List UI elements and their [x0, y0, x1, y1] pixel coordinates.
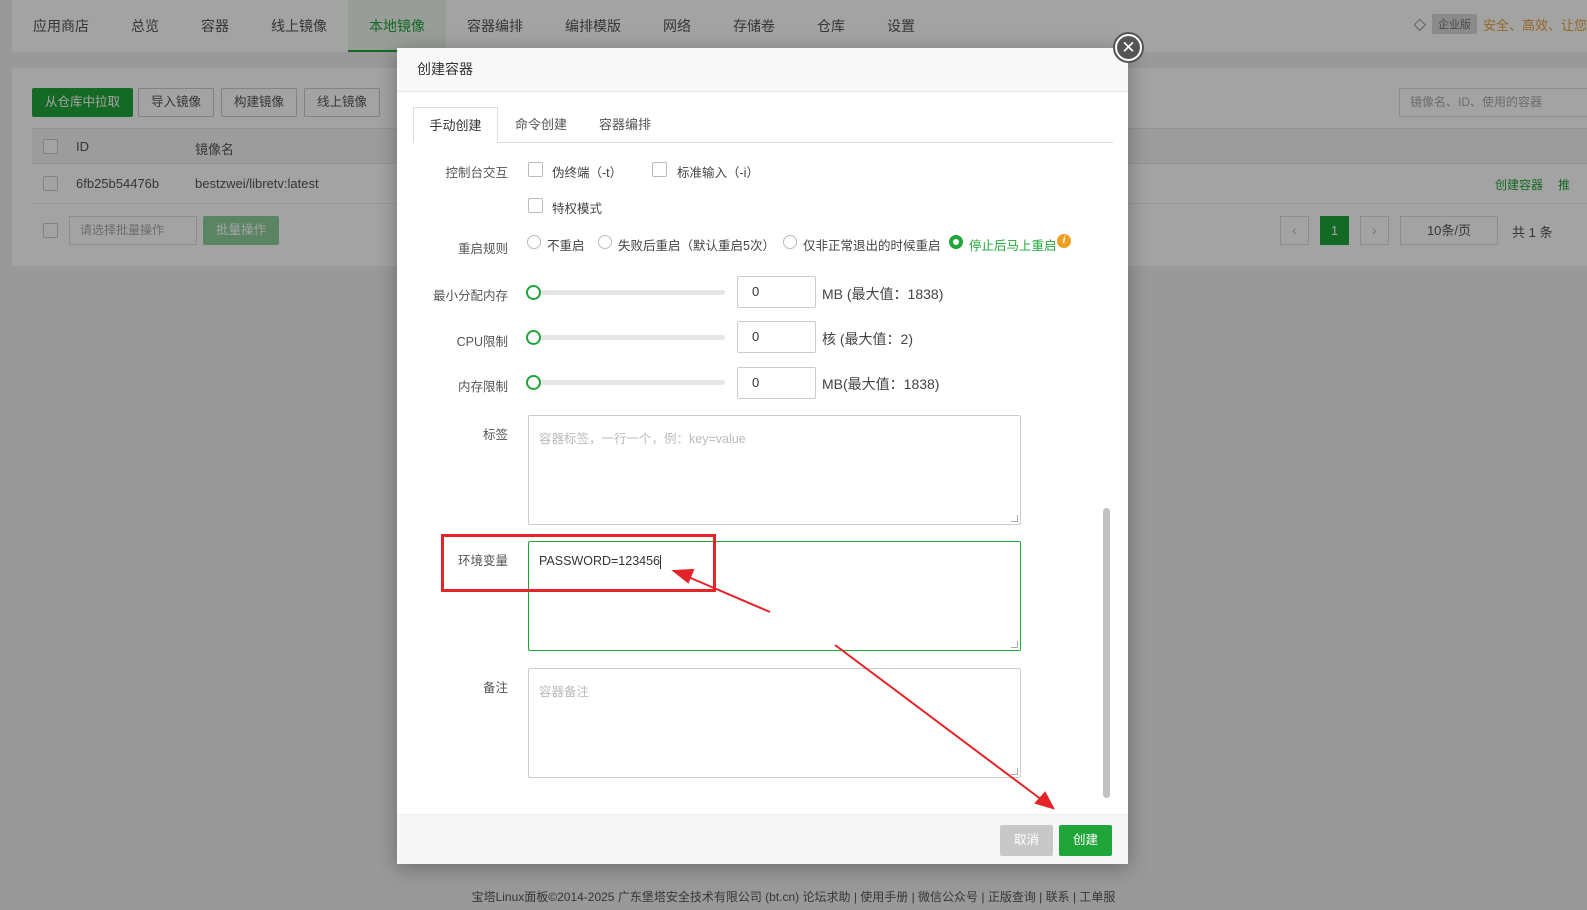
annotation-arrowhead-create: [1034, 791, 1056, 810]
annotation-arrowhead-env: [671, 568, 695, 584]
annotation-arrow-env: [685, 575, 771, 613]
annotation-arrows: [671, 568, 1056, 810]
annotation-arrow-create: [834, 644, 1043, 801]
